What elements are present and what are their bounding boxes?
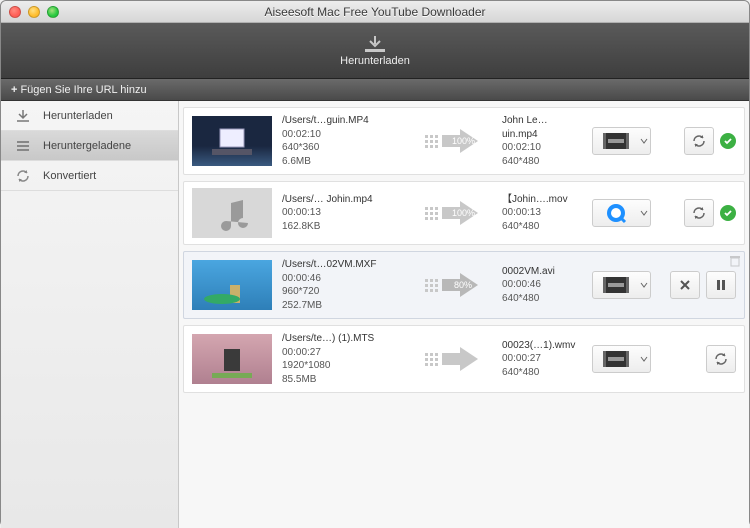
svg-text:80%: 80% bbox=[454, 280, 472, 290]
refresh-icon bbox=[691, 133, 707, 149]
source-info: /Users/t…guin.MP4 00:02:10 640*360 6.6MB bbox=[282, 114, 402, 168]
arrow-right-icon: 100% bbox=[440, 200, 480, 226]
svg-text:100%: 100% bbox=[452, 136, 475, 146]
sidebar-item-label: Herunterladen bbox=[43, 110, 113, 122]
convert-button[interactable] bbox=[684, 199, 714, 227]
music-note-icon bbox=[212, 193, 252, 233]
refresh-icon bbox=[691, 205, 707, 221]
sidebar-item-label: Heruntergeladene bbox=[43, 140, 131, 152]
add-url-button[interactable]: + Fügen Sie Ihre URL hinzu bbox=[5, 83, 153, 97]
download-list: /Users/t…guin.MP4 00:02:10 640*360 6.6MB… bbox=[179, 101, 749, 528]
arrow-right-icon bbox=[440, 346, 480, 372]
sidebar-item-label: Konvertiert bbox=[43, 170, 96, 182]
trash-icon bbox=[730, 255, 740, 267]
source-info: /Users/t…02VM.MXF 00:00:46 960*720 252.7… bbox=[282, 258, 402, 312]
film-icon bbox=[602, 350, 630, 368]
format-dropdown[interactable] bbox=[637, 271, 651, 299]
delete-button[interactable] bbox=[730, 255, 740, 270]
thumbnail bbox=[192, 334, 272, 384]
sidebar-item-converted[interactable]: Konvertiert bbox=[1, 161, 178, 191]
list-item[interactable]: /Users/t…guin.MP4 00:02:10 640*360 6.6MB… bbox=[183, 107, 745, 175]
format-button[interactable] bbox=[592, 199, 640, 227]
url-bar: + Fügen Sie Ihre URL hinzu bbox=[1, 79, 749, 101]
toolbar: Herunterladen bbox=[1, 23, 749, 79]
film-icon bbox=[602, 132, 630, 150]
format-button[interactable] bbox=[592, 271, 640, 299]
window-title: Aiseesoft Mac Free YouTube Downloader bbox=[1, 5, 749, 19]
format-dropdown[interactable] bbox=[637, 127, 651, 155]
thumbnail bbox=[192, 116, 272, 166]
chevron-down-icon bbox=[640, 282, 648, 288]
format-dropdown[interactable] bbox=[637, 199, 651, 227]
chevron-down-icon bbox=[640, 210, 648, 216]
sidebar: Herunterladen Heruntergeladene Konvertie… bbox=[1, 101, 179, 528]
sidebar-item-downloading[interactable]: Herunterladen bbox=[1, 101, 178, 131]
pause-icon bbox=[716, 279, 726, 291]
destination-info: 00023(…1).wmv 00:00:27 640*480 bbox=[502, 339, 582, 380]
thumbnail bbox=[192, 188, 272, 238]
titlebar: Aiseesoft Mac Free YouTube Downloader bbox=[1, 1, 749, 23]
quicktime-icon bbox=[605, 202, 627, 224]
destination-info: 【Johin….mov 00:00:13 640*480 bbox=[502, 193, 582, 234]
chevron-down-icon bbox=[640, 356, 648, 362]
destination-info: John Le…uin.mp4 00:02:10 640*480 bbox=[502, 114, 582, 168]
pause-button[interactable] bbox=[706, 271, 736, 299]
cancel-button[interactable] bbox=[670, 271, 700, 299]
convert-button[interactable] bbox=[684, 127, 714, 155]
source-info: /Users/… Johin.mp4 00:00:13 162.8KB bbox=[282, 193, 402, 234]
list-icon bbox=[15, 138, 31, 154]
plus-icon: + bbox=[11, 84, 17, 96]
thumbnail bbox=[192, 260, 272, 310]
format-button[interactable] bbox=[592, 127, 640, 155]
status-done-icon bbox=[720, 205, 736, 221]
chevron-down-icon bbox=[640, 138, 648, 144]
download-label: Herunterladen bbox=[340, 55, 410, 67]
format-button[interactable] bbox=[592, 345, 640, 373]
convert-button[interactable] bbox=[706, 345, 736, 373]
svg-text:100%: 100% bbox=[452, 208, 475, 218]
refresh-icon bbox=[713, 351, 729, 367]
format-dropdown[interactable] bbox=[637, 345, 651, 373]
refresh-icon bbox=[15, 168, 31, 184]
download-button[interactable]: Herunterladen bbox=[325, 35, 425, 67]
source-info: /Users/te…) (1).MTS 00:00:27 1920*1080 8… bbox=[282, 332, 402, 386]
film-icon bbox=[602, 276, 630, 294]
destination-info: 0002VM.avi 00:00:46 640*480 bbox=[502, 265, 582, 306]
progress-indicator bbox=[412, 346, 492, 372]
arrow-right-icon: 80% bbox=[440, 272, 480, 298]
sidebar-item-downloaded[interactable]: Heruntergeladene bbox=[1, 131, 178, 161]
list-item[interactable]: /Users/te…) (1).MTS 00:00:27 1920*1080 8… bbox=[183, 325, 745, 393]
list-item[interactable]: /Users/t…02VM.MXF 00:00:46 960*720 252.7… bbox=[183, 251, 745, 319]
progress-indicator: 100% bbox=[412, 128, 492, 154]
add-url-label: Fügen Sie Ihre URL hinzu bbox=[20, 84, 146, 96]
progress-indicator: 100% bbox=[412, 200, 492, 226]
close-icon bbox=[679, 279, 691, 291]
progress-indicator: 80% bbox=[412, 272, 492, 298]
list-item[interactable]: /Users/… Johin.mp4 00:00:13 162.8KB 100%… bbox=[183, 181, 745, 245]
arrow-right-icon: 100% bbox=[440, 128, 480, 154]
status-done-icon bbox=[720, 133, 736, 149]
download-icon bbox=[364, 35, 386, 53]
download-icon bbox=[15, 108, 31, 124]
